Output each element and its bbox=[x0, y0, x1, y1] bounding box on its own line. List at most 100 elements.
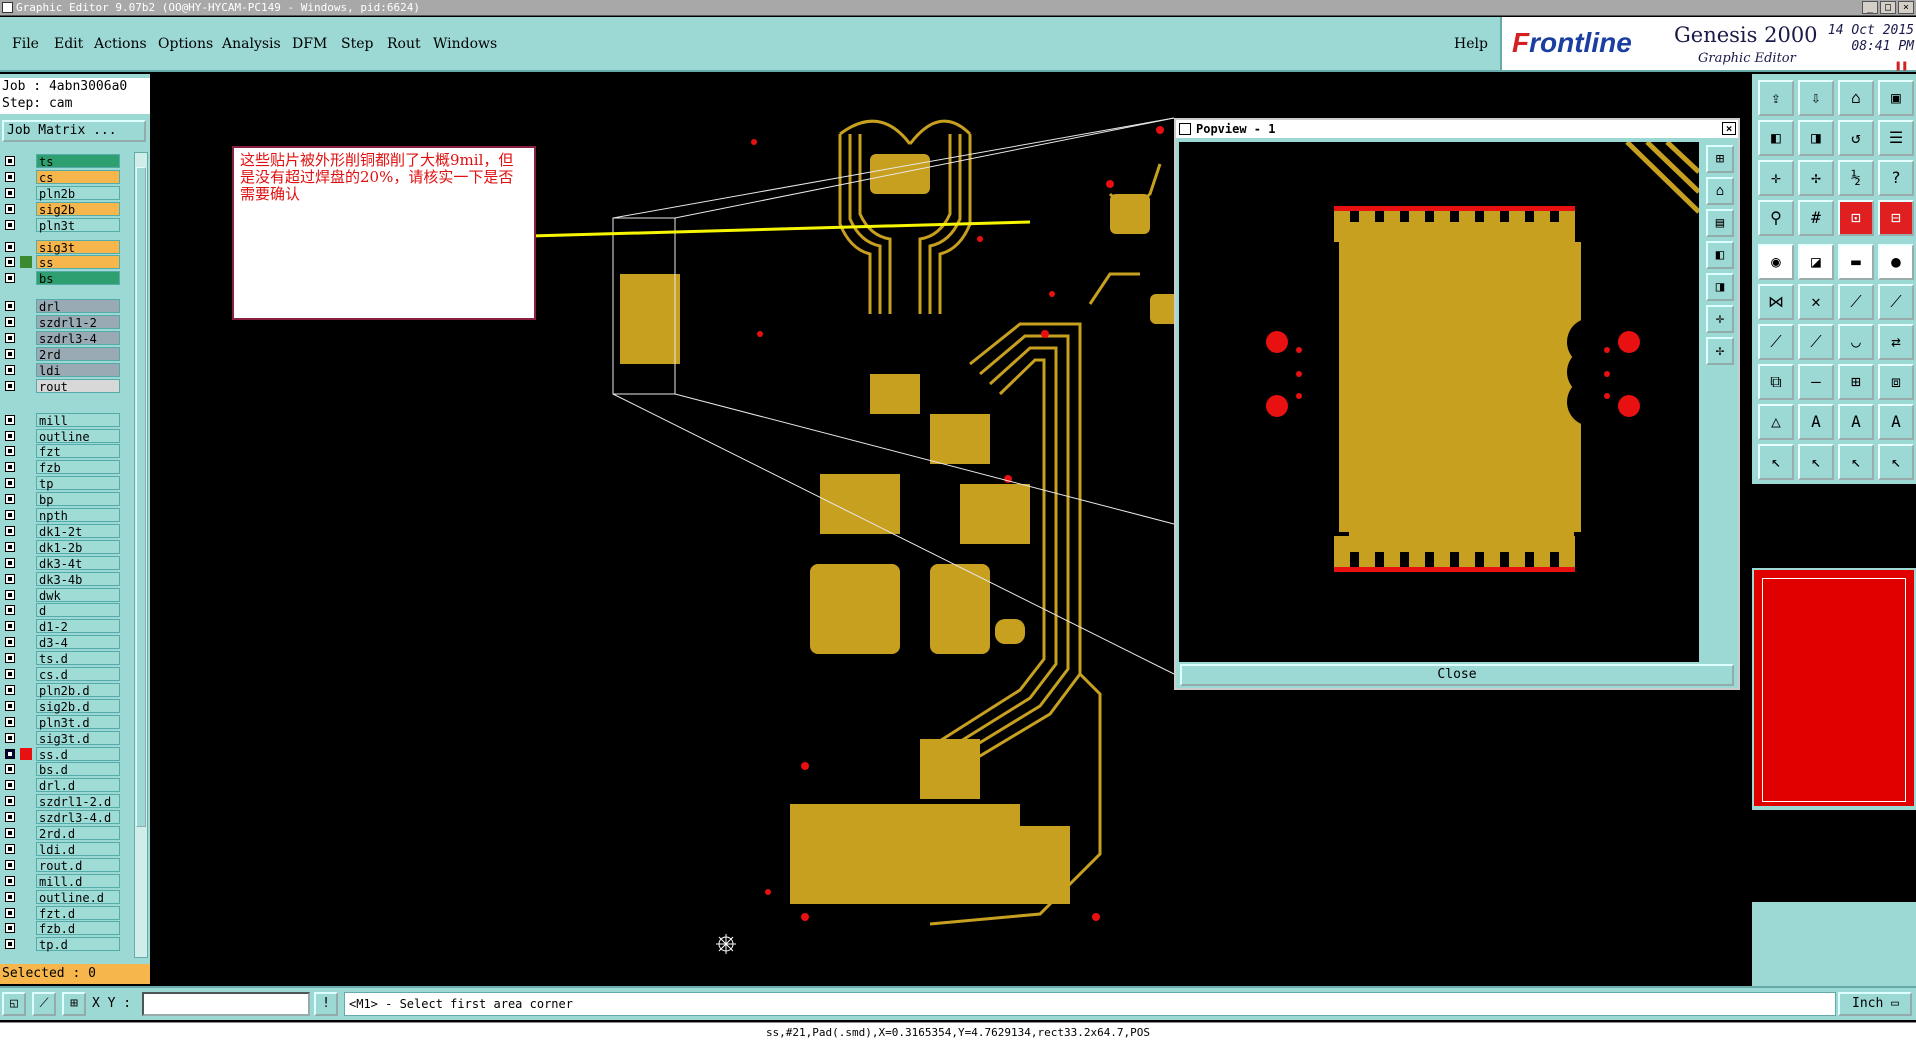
cross-icon[interactable]: ✕ bbox=[1798, 284, 1834, 320]
pan-right-icon[interactable]: ◨ bbox=[1798, 120, 1834, 156]
popview-canvas[interactable] bbox=[1179, 140, 1701, 662]
layer-row[interactable]: bs.d bbox=[2, 762, 120, 777]
layer-checkbox[interactable] bbox=[5, 364, 15, 375]
layer-checkbox[interactable] bbox=[5, 621, 15, 632]
layer-name[interactable]: fzb bbox=[36, 460, 120, 475]
layer-row[interactable]: pln3t.d bbox=[2, 714, 120, 730]
layer-checkbox[interactable] bbox=[5, 333, 15, 343]
scale-icon[interactable]: ½ bbox=[1838, 160, 1874, 196]
layer-name[interactable]: ss bbox=[36, 255, 120, 270]
question-icon[interactable]: ? bbox=[1878, 160, 1914, 196]
layer-row[interactable]: pln2b bbox=[2, 185, 120, 201]
snap-grid-icon[interactable]: ⊟ bbox=[1878, 200, 1914, 236]
layer-checkbox[interactable] bbox=[5, 923, 15, 934]
layer-name[interactable]: mill.d bbox=[36, 873, 120, 889]
layer-row[interactable]: cs.d bbox=[2, 667, 120, 682]
layer-checkbox[interactable] bbox=[5, 653, 15, 664]
layer-checkbox[interactable] bbox=[5, 414, 15, 425]
flip-icon[interactable]: ⇄ bbox=[1878, 324, 1914, 360]
popview-zoom-out-icon[interactable]: ✢ bbox=[1706, 337, 1734, 365]
layer-checkbox[interactable] bbox=[5, 891, 15, 902]
layer-row[interactable]: fzb bbox=[2, 460, 120, 475]
layer-name[interactable]: fzt bbox=[36, 444, 120, 459]
connect-icon[interactable]: ⟋ bbox=[1838, 284, 1874, 320]
layer-row[interactable]: sig3t bbox=[2, 239, 120, 255]
measure-icon[interactable]: ⚲ bbox=[1758, 200, 1794, 236]
layer-name[interactable]: ts.d bbox=[36, 651, 120, 666]
grid-icon[interactable]: # bbox=[1798, 200, 1834, 236]
layer-row[interactable]: sig2b bbox=[2, 201, 120, 217]
layer-checkbox[interactable] bbox=[5, 257, 15, 268]
text-a-icon[interactable]: A bbox=[1798, 404, 1834, 440]
layer-name[interactable]: outline.d bbox=[36, 889, 120, 905]
menu-file[interactable]: File bbox=[12, 36, 39, 52]
layer-checkbox[interactable] bbox=[5, 478, 15, 489]
layer-row[interactable]: 2rd bbox=[2, 346, 120, 362]
layer-checkbox[interactable] bbox=[5, 203, 15, 214]
layer-checkbox[interactable] bbox=[5, 812, 15, 823]
layer-row[interactable]: dk1-2t bbox=[2, 523, 120, 539]
stack-icon[interactable]: ☰ bbox=[1878, 120, 1914, 156]
layer-list-scrollbar[interactable] bbox=[134, 152, 148, 958]
snap-icon[interactable]: ⊡ bbox=[1838, 200, 1874, 236]
layer-row[interactable]: ldi.d bbox=[2, 841, 120, 857]
layer-name[interactable]: sig2b bbox=[36, 201, 120, 217]
popview-page-icon[interactable]: ▤ bbox=[1706, 209, 1734, 237]
layer-name[interactable]: rout.d bbox=[36, 857, 120, 873]
layer-row[interactable]: outline bbox=[2, 428, 120, 444]
layer-row[interactable]: ts.d bbox=[2, 651, 120, 666]
layer-checkbox[interactable] bbox=[5, 510, 15, 520]
menu-edit[interactable]: Edit bbox=[54, 36, 83, 52]
layer-checkbox[interactable] bbox=[5, 859, 15, 870]
popview-home-icon[interactable]: ⌂ bbox=[1706, 177, 1734, 205]
minus-icon[interactable]: — bbox=[1798, 364, 1834, 400]
layer-row[interactable]: d1-2 bbox=[2, 619, 120, 634]
layer-row[interactable]: bs bbox=[2, 271, 120, 286]
layer-name[interactable]: szdrl3-4 bbox=[36, 331, 120, 346]
layer-row[interactable]: ss bbox=[2, 255, 120, 270]
layer-name[interactable]: npth bbox=[36, 508, 120, 523]
layer-name[interactable]: tp bbox=[36, 476, 120, 491]
layer-checkbox[interactable] bbox=[5, 380, 15, 391]
menu-windows[interactable]: Windows bbox=[433, 36, 497, 52]
layer-checkbox[interactable] bbox=[5, 348, 15, 359]
layer-row[interactable]: fzt bbox=[2, 444, 120, 459]
layer-row[interactable]: szdrl1-2.d bbox=[2, 794, 120, 809]
layer-row[interactable]: outline.d bbox=[2, 889, 120, 905]
window-icon[interactable]: ▣ bbox=[1878, 80, 1914, 116]
layer-name[interactable]: bs.d bbox=[36, 762, 120, 777]
popview-right-icon[interactable]: ◨ bbox=[1706, 273, 1734, 301]
slash-icon[interactable]: ⟋ bbox=[1758, 324, 1794, 360]
layer-name[interactable]: sig3t.d bbox=[36, 730, 120, 746]
menu-actions[interactable]: Actions bbox=[94, 36, 147, 52]
layer-checkbox[interactable] bbox=[5, 557, 15, 568]
layer-checkbox[interactable] bbox=[5, 796, 15, 807]
layer-row[interactable]: sig2b.d bbox=[2, 698, 120, 714]
layer-name[interactable]: dwk bbox=[36, 587, 120, 603]
menu-analysis[interactable]: Analysis bbox=[222, 36, 281, 52]
layer-row[interactable]: tp.d bbox=[2, 937, 120, 952]
pointer4-icon[interactable]: ↖ bbox=[1878, 444, 1914, 480]
popview-left-icon[interactable]: ◧ bbox=[1706, 241, 1734, 269]
layer-checkbox[interactable] bbox=[5, 430, 15, 441]
draw-icon[interactable]: ◪ bbox=[1798, 244, 1834, 280]
layer-name[interactable]: bp bbox=[36, 492, 120, 507]
layer-row[interactable]: dwk bbox=[2, 587, 120, 603]
zoom-fit-icon[interactable]: ✛ bbox=[1758, 160, 1794, 196]
layer-checkbox[interactable] bbox=[5, 637, 15, 648]
layer-row[interactable]: d bbox=[2, 603, 120, 618]
layer-checkbox[interactable] bbox=[5, 684, 15, 695]
triangle-icon[interactable]: △ bbox=[1758, 404, 1794, 440]
layer-row[interactable]: fzb.d bbox=[2, 921, 120, 936]
layer-checkbox[interactable] bbox=[5, 700, 15, 711]
layer-row[interactable]: cs bbox=[2, 169, 120, 185]
layer-row[interactable]: dk3-4b bbox=[2, 571, 120, 587]
layer-name[interactable]: cs.d bbox=[36, 667, 120, 682]
text-a3-icon[interactable]: A bbox=[1878, 404, 1914, 440]
layer-row[interactable]: d3-4 bbox=[2, 635, 120, 650]
menu-options[interactable]: Options bbox=[158, 36, 213, 52]
layer-name[interactable]: ss.d bbox=[36, 746, 120, 762]
layer-checkbox[interactable] bbox=[5, 273, 15, 284]
layer-row[interactable]: npth bbox=[2, 508, 120, 523]
open-icon[interactable]: ⇪ bbox=[1758, 80, 1794, 116]
